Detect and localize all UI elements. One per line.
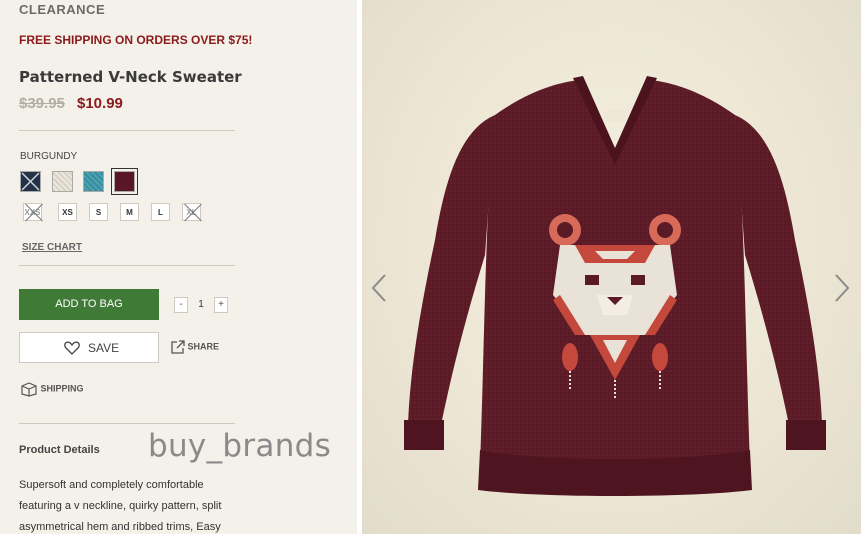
shipping-label: SHIPPING (40, 383, 84, 394)
original-price: $39.95 (19, 95, 65, 112)
color-swatch-teal[interactable] (83, 171, 104, 192)
category-label: CLEARANCE (19, 2, 106, 17)
color-swatch-cream[interactable] (52, 171, 73, 192)
share-icon (171, 340, 188, 354)
size-xs[interactable]: XS (58, 203, 77, 221)
divider (19, 130, 235, 131)
product-description: Supersoft and completely comfortable fea… (19, 479, 222, 533)
chevron-left-icon[interactable] (370, 273, 388, 308)
quantity-increase-button[interactable]: + (214, 297, 228, 313)
shipping-link[interactable]: SHIPPING (20, 381, 84, 397)
size-xxs[interactable]: XXS (23, 203, 42, 221)
size-xl[interactable]: XL (182, 203, 201, 221)
size-l[interactable]: L (151, 203, 170, 221)
color-swatch-burgundy[interactable] (111, 168, 138, 195)
sweater-image (404, 76, 826, 496)
save-label: SAVE (88, 341, 120, 355)
share-button[interactable]: SHARE (171, 340, 219, 354)
size-s[interactable]: S (89, 203, 108, 221)
promo-banner: FREE SHIPPING ON ORDERS OVER $75! (19, 33, 253, 47)
share-label: SHARE (187, 341, 220, 352)
watermark: buy_brands (148, 428, 332, 464)
product-image-gallery (362, 0, 861, 534)
product-title: Patterned V-Neck Sweater (19, 68, 242, 86)
divider (19, 423, 235, 424)
unavailable-cross-icon (21, 172, 40, 191)
product-details-heading: Product Details (19, 444, 100, 456)
color-swatch-navy[interactable] (20, 171, 41, 192)
add-to-bag-button[interactable]: ADD TO BAG (19, 289, 159, 320)
heart-icon (64, 341, 80, 358)
box-icon (20, 382, 41, 397)
product-info-panel: CLEARANCE FREE SHIPPING ON ORDERS OVER $… (0, 0, 357, 534)
sale-price: $10.99 (77, 95, 123, 112)
size-chart-link[interactable]: SIZE CHART (22, 242, 82, 253)
save-button[interactable]: SAVE (19, 332, 159, 363)
quantity-value[interactable]: 1 (193, 297, 209, 313)
selected-color-label: BURGUNDY (20, 151, 78, 162)
size-m[interactable]: M (120, 203, 139, 221)
quantity-decrease-button[interactable]: - (174, 297, 188, 313)
divider (19, 265, 235, 266)
